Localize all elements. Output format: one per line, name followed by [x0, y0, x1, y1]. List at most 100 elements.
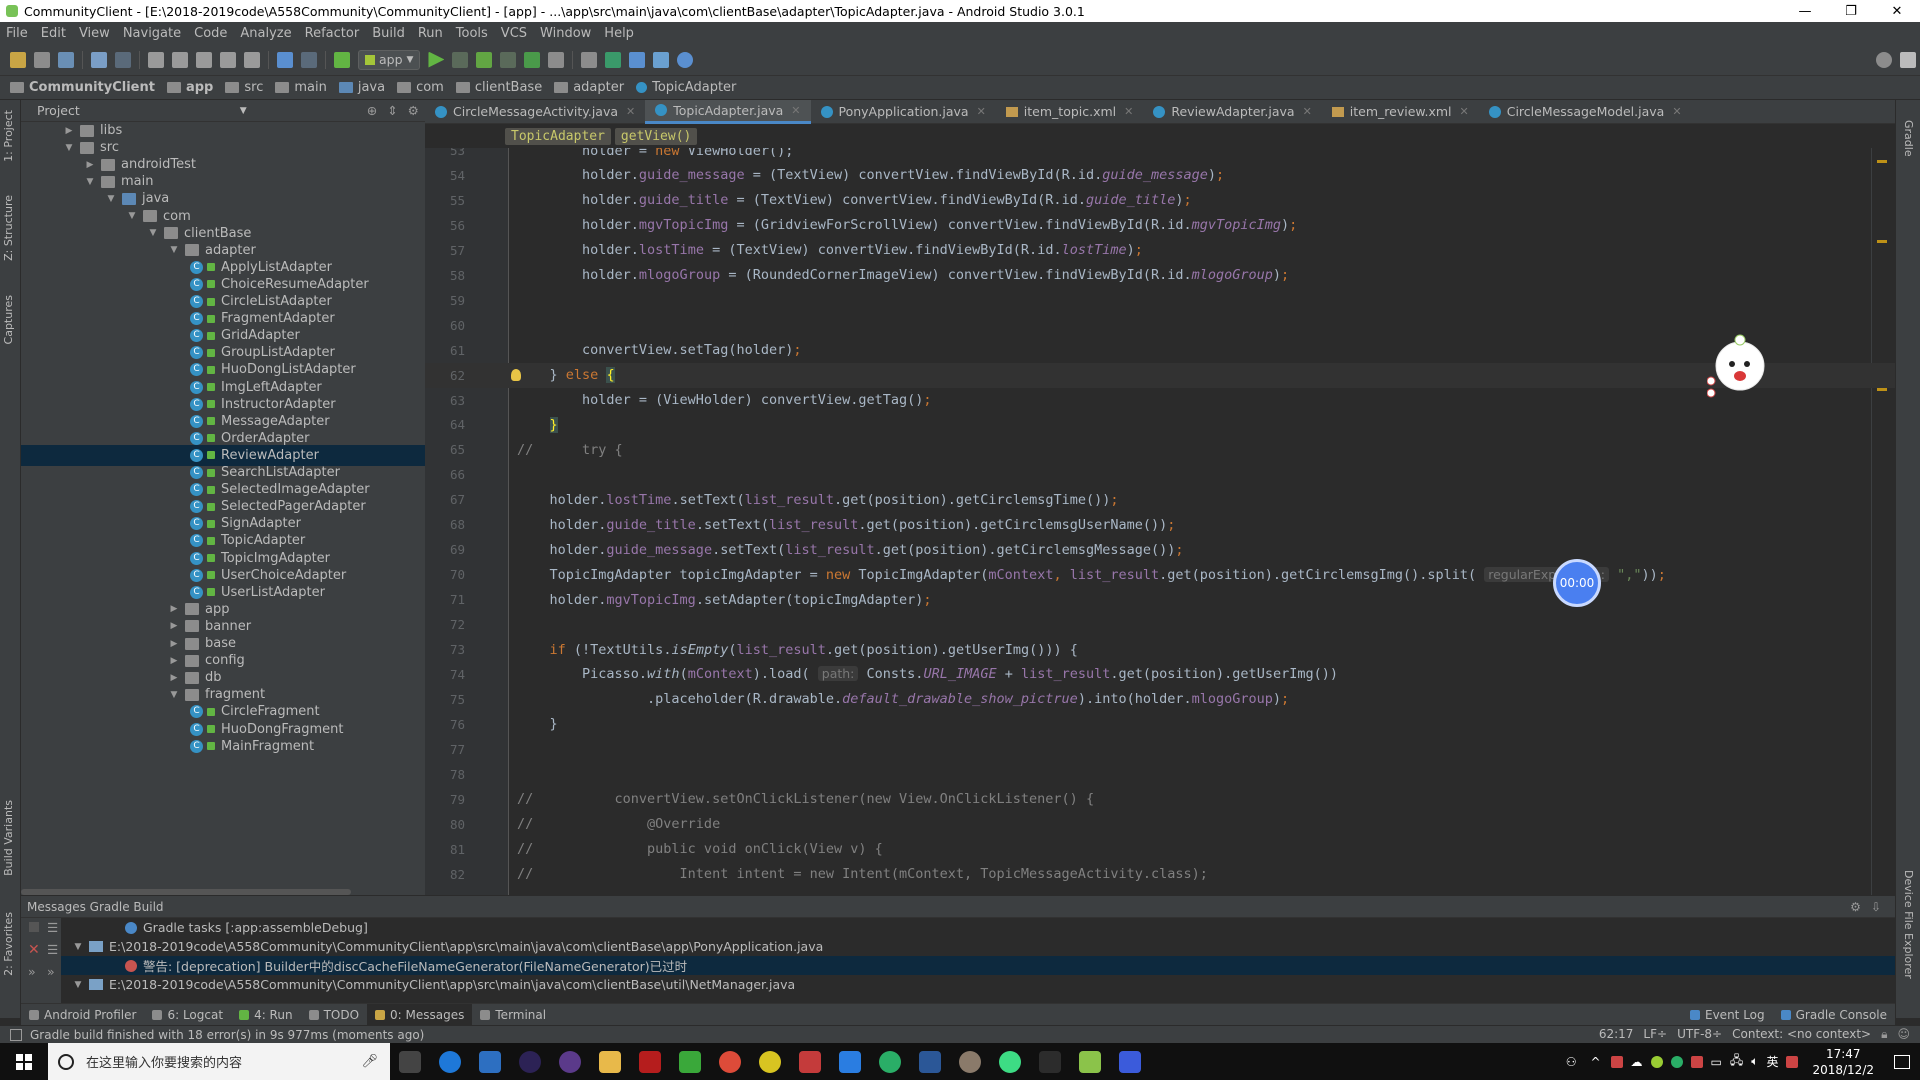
breadcrumb-item[interactable]: app — [166, 80, 213, 95]
file-encoding[interactable]: UTF-8÷ — [1677, 1027, 1722, 1042]
start-button[interactable] — [0, 1043, 48, 1080]
taskbar-app-app-green[interactable] — [670, 1043, 710, 1080]
menu-code[interactable]: Code — [194, 26, 227, 41]
menu-run[interactable]: Run — [418, 26, 443, 41]
code-line[interactable]: 74 Picasso.with(mContext).load( path: Co… — [425, 662, 1895, 687]
menu-view[interactable]: View — [79, 26, 110, 41]
code-line[interactable]: 54 holder.guide_message = (TextView) con… — [425, 163, 1895, 188]
wechat-tray-icon[interactable] — [1670, 1055, 1683, 1068]
favorites-tool-button[interactable]: 2: Favorites — [2, 912, 15, 976]
copy-icon[interactable] — [172, 51, 188, 68]
breadcrumb-item[interactable]: clientBase — [455, 80, 542, 95]
device-file-explorer-button[interactable]: Device File Explorer — [1902, 870, 1915, 979]
code-line[interactable]: 66 — [425, 462, 1895, 487]
paste-icon[interactable] — [196, 51, 212, 68]
project-structure-icon[interactable] — [629, 51, 646, 68]
intention-bulb-icon[interactable] — [511, 369, 521, 382]
status-layout-icon[interactable] — [10, 1028, 22, 1041]
close-tab-icon[interactable]: ✕ — [1124, 105, 1133, 118]
prev-icon[interactable]: » — [47, 964, 55, 979]
gear-icon[interactable]: ⚙ — [1850, 900, 1861, 914]
code-line[interactable]: 76 } — [425, 712, 1895, 737]
clock[interactable]: 17:47 2018/12/2 — [1802, 1046, 1884, 1078]
redo-icon[interactable] — [115, 51, 131, 68]
code-line[interactable]: 67 holder.lostTime.setText(list_result.g… — [425, 487, 1895, 512]
code-line[interactable]: 78 — [425, 762, 1895, 787]
code-line[interactable]: 69 holder.guide_message.setText(list_res… — [425, 537, 1895, 562]
cut-icon[interactable] — [148, 51, 164, 68]
code-line[interactable]: 64 } — [425, 412, 1895, 437]
taskbar-search[interactable]: 在这里输入你要搜索的内容 🎤︎ — [48, 1043, 390, 1080]
status-message[interactable]: Gradle build finished with 18 error(s) i… — [30, 1028, 424, 1042]
minimize-button[interactable]: — — [1782, 4, 1828, 19]
chevron-down-icon[interactable]: ▼ — [169, 690, 179, 700]
project-view-label[interactable]: Project — [37, 103, 80, 118]
taskbar-app-file-explorer[interactable] — [590, 1043, 630, 1080]
menu-analyze[interactable]: Analyze — [240, 26, 291, 41]
sync-icon[interactable] — [58, 51, 74, 68]
taskbar-app-app-blue[interactable] — [830, 1043, 870, 1080]
chevron-right-icon[interactable]: ▶ — [85, 160, 95, 170]
chevron-right-icon[interactable]: ▶ — [169, 639, 179, 649]
tool-window-button[interactable]: TODO — [301, 1004, 367, 1026]
code-line[interactable]: 65 // try { — [425, 437, 1895, 462]
save-icon[interactable] — [34, 51, 50, 68]
tray-app-icon[interactable] — [1690, 1055, 1703, 1068]
chevron-right-icon[interactable]: ▶ — [169, 621, 179, 631]
ime-indicator[interactable]: 英 — [1766, 1053, 1778, 1070]
taskbar-app-wechat[interactable] — [870, 1043, 910, 1080]
gradle-tool-button[interactable]: Gradle — [1902, 120, 1915, 157]
menu-file[interactable]: File — [6, 26, 28, 41]
close-tab-icon[interactable]: ✕ — [1460, 105, 1469, 118]
editor-tab[interactable]: PonyApplication.java ✕ — [811, 100, 996, 124]
code-line[interactable]: 75 .placeholder(R.drawable.default_drawa… — [425, 687, 1895, 712]
menu-help[interactable]: Help — [604, 26, 634, 41]
stop-icon[interactable] — [548, 51, 565, 68]
recording-timer[interactable]: 00:00 — [1553, 559, 1601, 607]
message-row[interactable]: Gradle tasks [:app:assembleDebug] — [61, 918, 1895, 937]
volume-icon[interactable]: 🔈︎ — [1751, 1054, 1758, 1069]
gear-icon[interactable]: ⚙ — [408, 103, 419, 118]
sync-icon[interactable]: ⊕ — [367, 103, 377, 118]
taskbar-app-app-mascot[interactable] — [790, 1043, 830, 1080]
tray-expand-icon[interactable]: ^ — [1590, 1055, 1600, 1069]
close-icon[interactable]: ✕ — [28, 942, 40, 958]
chevron-right-icon[interactable]: ▶ — [169, 604, 179, 614]
taskbar-app-eclipse[interactable] — [510, 1043, 550, 1080]
code-line[interactable]: 73 if (!TextUtils.isEmpty(list_result.ge… — [425, 637, 1895, 662]
menu-navigate[interactable]: Navigate — [123, 26, 181, 41]
code-line[interactable]: 61 convertView.setTag(holder); — [425, 338, 1895, 363]
search-everywhere-icon[interactable] — [1876, 51, 1892, 68]
mascot-sticker-icon[interactable] — [1707, 330, 1765, 400]
line-separator[interactable]: LF÷ — [1643, 1027, 1667, 1042]
menu-tools[interactable]: Tools — [456, 26, 488, 41]
tool-window-button[interactable]: Gradle Console — [1773, 1004, 1895, 1026]
chevron-down-icon[interactable]: ▼ — [73, 980, 83, 990]
hide-icon[interactable]: ⇩ — [1871, 900, 1881, 914]
menu-build[interactable]: Build — [372, 26, 405, 41]
chevron-right-icon[interactable]: ▶ — [64, 126, 74, 136]
code-line[interactable]: 55 holder.guide_title = (TextView) conve… — [425, 188, 1895, 213]
open-icon[interactable] — [10, 51, 26, 68]
taskbar-app-store[interactable] — [470, 1043, 510, 1080]
back-icon[interactable] — [277, 51, 293, 68]
menu-refactor[interactable]: Refactor — [305, 26, 360, 41]
breadcrumb-item[interactable]: main — [275, 80, 327, 95]
taskbar-app-app-avatar[interactable] — [950, 1043, 990, 1080]
taskbar-app-app-red[interactable] — [630, 1043, 670, 1080]
ime-app-icon[interactable] — [1786, 1055, 1799, 1068]
make-project-icon[interactable] — [334, 51, 350, 68]
code-line[interactable]: 80 // @Override — [425, 812, 1895, 837]
code-line[interactable]: 68 holder.guide_title.setText(list_resul… — [425, 512, 1895, 537]
code-line[interactable]: 77 — [425, 737, 1895, 762]
code-line[interactable]: 58 holder.mlogoGroup = (RoundedCornerIma… — [425, 263, 1895, 288]
battery-icon[interactable]: ▭ — [1711, 1055, 1722, 1069]
forward-icon[interactable] — [301, 51, 317, 68]
structure-tool-button[interactable]: Z: Structure — [2, 195, 15, 261]
code-editor[interactable]: 53 holder = new ViewHolder(); 54 holder.g… — [425, 148, 1895, 895]
breadcrumb-item[interactable]: java — [338, 80, 385, 95]
tray-app-icon[interactable] — [1650, 1055, 1663, 1068]
expand-all-icon[interactable]: ☰ — [47, 920, 58, 935]
taskbar-app-app-yellow[interactable] — [750, 1043, 790, 1080]
debug-icon[interactable] — [452, 51, 469, 68]
